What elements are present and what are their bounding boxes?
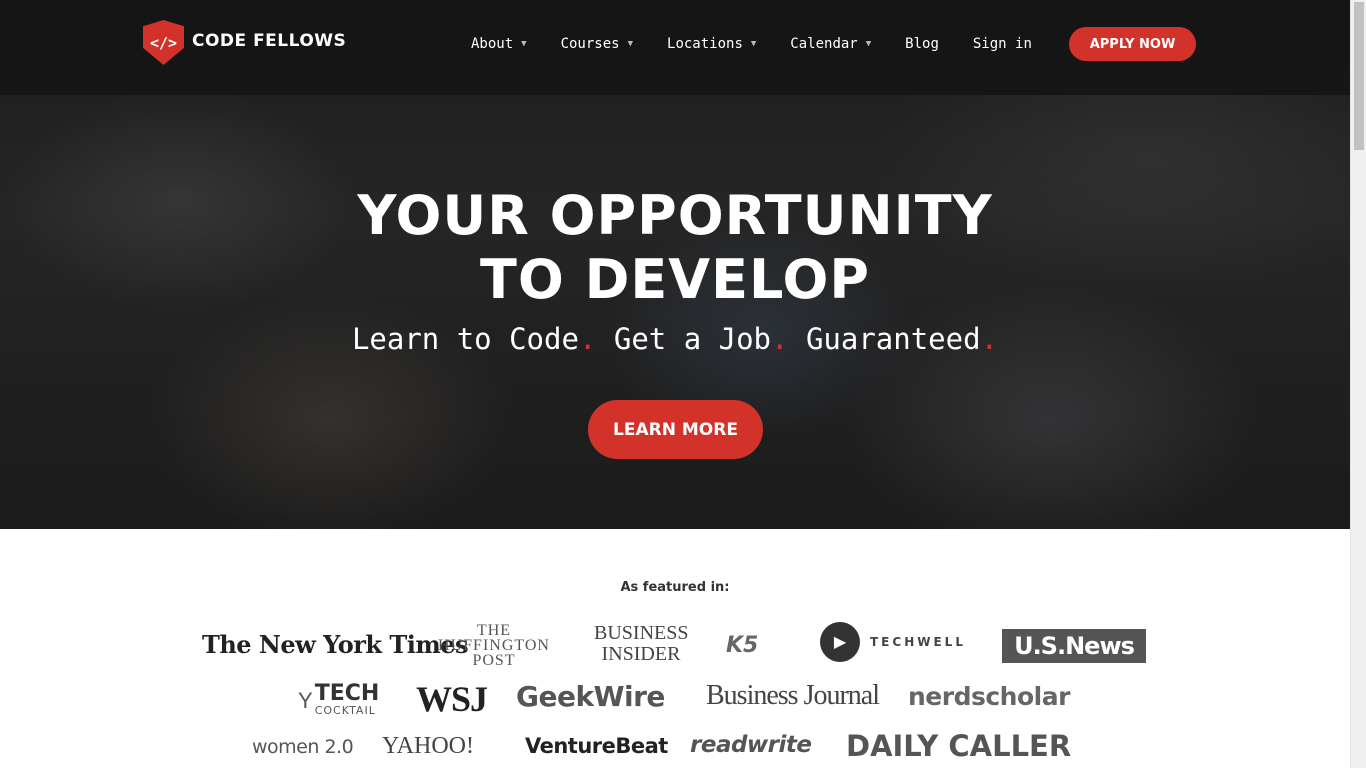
headline-line-2: TO DEVELOP (480, 248, 870, 311)
apply-now-button[interactable]: APPLY NOW (1069, 27, 1196, 61)
code-icon: </> (149, 33, 178, 52)
press-logo-yahoo-finance: YAHOO! (382, 733, 474, 759)
press-logo-techwell: ▶ TECHWELL (820, 622, 966, 662)
hero-headline: YOUR OPPORTUNITY TO DEVELOP (0, 184, 1350, 312)
logo-shield-icon: </> (143, 20, 184, 65)
press-logo-daily-caller: DAILY CALLER (846, 729, 1072, 763)
press-logo-venturebeat: VentureBeat (525, 734, 668, 758)
nav-label: Locations (667, 36, 743, 52)
tagline-dot: . (980, 322, 999, 356)
tagline-part: Guaranteed (805, 322, 981, 356)
scrollbar-thumb[interactable] (1354, 2, 1364, 150)
play-icon: ▶ (820, 622, 860, 662)
caret-down-icon: ▼ (627, 39, 634, 49)
nav-item-calendar[interactable]: Calendar ▼ (790, 36, 871, 52)
nav-item-locations[interactable]: Locations ▼ (667, 36, 756, 52)
martini-icon: Y (298, 688, 313, 713)
tech-cocktail-line-2: COCKTAIL (314, 704, 376, 717)
tagline-dot: . (771, 322, 789, 356)
nav-label: Blog (905, 36, 939, 52)
press-logo-huffington-post: THE HUFFINGTON POST (438, 622, 550, 669)
caret-down-icon: ▼ (750, 39, 757, 49)
press-logo-business-insider: BUSINESS INSIDER (594, 622, 689, 665)
tech-cocktail-line-1: TECH (314, 681, 380, 706)
headline-line-1: YOUR OPPORTUNITY (357, 184, 993, 247)
caret-down-icon: ▼ (865, 39, 872, 49)
tagline-dot: . (578, 322, 597, 356)
nav-label: Calendar (790, 36, 858, 52)
press-logo-usnews: U.S.News (1002, 629, 1146, 663)
brand-name: CODE FELLOWS (192, 30, 347, 51)
press-logo-geekwire: GeekWire (516, 680, 665, 713)
caret-down-icon: ▼ (521, 39, 527, 49)
hero-tagline: Learn to Code. Get a Job. Guaranteed. (0, 322, 1350, 356)
top-navbar: </> CODE FELLOWS About ▼ Courses ▼ Locatio… (0, 0, 1350, 95)
nav-item-sign-in[interactable]: Sign in (973, 36, 1032, 52)
nav-label: About (471, 36, 514, 52)
press-logo-wsj: WSJ (416, 679, 488, 719)
nav-label: Sign in (972, 36, 1032, 52)
nav-label: Courses (560, 36, 620, 52)
press-logo-readwrite: readwrite (690, 732, 812, 758)
press-logo-business-journal: Business Journal (706, 680, 880, 711)
techwell-text: TECHWELL (870, 635, 966, 649)
page-scrollbar[interactable] (1350, 0, 1366, 768)
nav-item-about[interactable]: About ▼ (471, 36, 527, 52)
press-logo-nerdscholar: nerdscholar (908, 682, 1070, 711)
press-logo-women-2-0: women 2.0 (252, 736, 354, 758)
featured-heading: As featured in: (620, 580, 730, 595)
learn-more-button[interactable]: LEARN MORE (588, 400, 763, 459)
nav-item-blog[interactable]: Blog (905, 36, 939, 52)
nav-item-courses[interactable]: Courses ▼ (561, 36, 633, 52)
tagline-part: Learn to Code (351, 322, 579, 356)
logo[interactable]: </> CODE FELLOWS (143, 20, 346, 65)
tagline-part: Get a Job (613, 322, 772, 356)
press-logo-tech-cocktail: Y TECH COCKTAIL (298, 681, 380, 718)
main-nav: About ▼ Courses ▼ Locations ▼ Calendar ▼ Blo… (471, 27, 1066, 61)
press-logo-k5: K5 (726, 633, 759, 658)
